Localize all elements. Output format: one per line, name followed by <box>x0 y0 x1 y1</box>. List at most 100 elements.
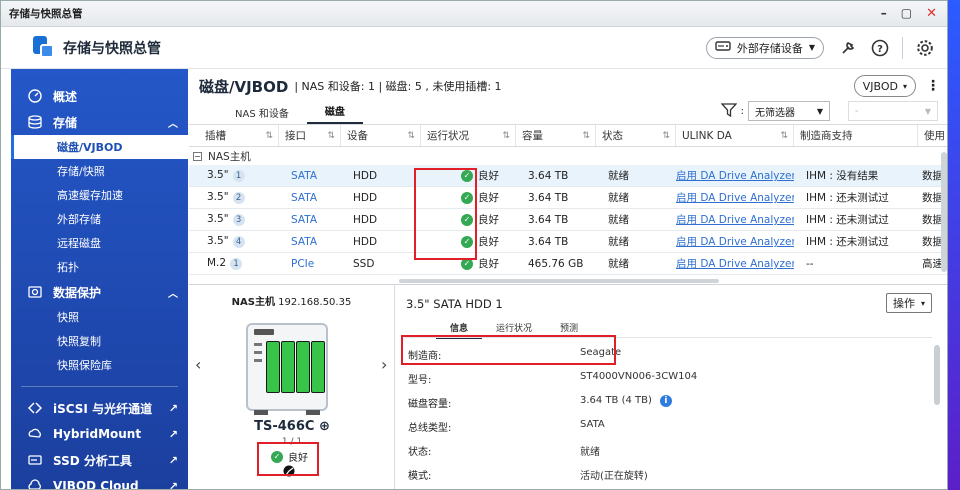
nas-ip: 192.168.50.35 <box>278 297 352 308</box>
cell-slot: M.2 1 <box>189 257 279 270</box>
external-storage-label: 外部存储设备 <box>736 41 803 55</box>
column-header-device[interactable]: 设备 ⇅ <box>341 125 421 146</box>
device-foot <box>306 410 320 415</box>
sidebar-item-cache-acceleration[interactable]: 高速缓存加速 <box>11 183 188 207</box>
sidebar-item-topology[interactable]: 拓扑 <box>11 255 188 279</box>
sidebar-link-vjbod-cloud[interactable]: VJBOD Cloud ↗ <box>11 473 188 490</box>
sidebar-group-label: 存储 <box>53 115 78 130</box>
external-storage-button[interactable]: 外部存储设备 ▼ <box>705 36 824 59</box>
enable-da-link[interactable]: 启用 DA Drive Analyzer <box>676 212 794 227</box>
drive-bay[interactable] <box>281 341 295 393</box>
table-vertical-scrollbar[interactable] <box>941 152 947 272</box>
enable-da-link[interactable]: 启用 DA Drive Analyzer <box>676 190 794 205</box>
chevron-up-icon[interactable]: ︿ <box>168 115 178 130</box>
sidebar-group-label: 概述 <box>53 89 78 104</box>
field-value-bus-type: SATA <box>580 419 605 430</box>
storage-icon <box>27 114 43 130</box>
cell-interface: SATA <box>291 191 318 204</box>
window-title: 存储与快照总管 <box>9 8 83 20</box>
table-row[interactable]: 3.5" 3 SATA HDD ✓ 良好 3.64 TB 就绪 启用 DA Driv… <box>189 209 947 231</box>
svg-text:?: ? <box>877 44 883 55</box>
capacity-text: 3.64 TB (4 TB) <box>580 395 652 406</box>
collapse-icon[interactable]: − <box>193 151 202 161</box>
nas-panel: NAS主机 192.168.50.35 ‹ › TS-466C ⊕ 1 / 1 <box>189 285 395 489</box>
sidebar-item-snapshot-vault[interactable]: 快照保险库 <box>11 353 188 377</box>
field-label-model: 型号: <box>408 375 432 386</box>
close-button[interactable]: ✕ <box>926 6 937 21</box>
table-horizontal-scrollbar[interactable] <box>399 279 719 283</box>
sidebar-link-hybridmount[interactable]: HybridMount ↗ <box>11 421 188 447</box>
column-header-ulink-da[interactable]: ULINK DA ⇅ <box>676 125 794 146</box>
field-value-mode: 活动(正在旋转) <box>580 471 648 482</box>
enable-da-link[interactable]: 启用 DA Drive Analyzer <box>676 168 794 183</box>
cell-capacity: 465.76 GB <box>528 257 584 270</box>
sidebar-group-storage[interactable]: 存储 ︿ <box>11 109 188 135</box>
help-icon[interactable]: ? <box>870 38 890 58</box>
actions-button[interactable]: 操作 ▾ <box>885 293 932 313</box>
sidebar-item-storage-snapshots[interactable]: 存储/快照 <box>11 159 188 183</box>
sidebar-item-snapshots[interactable]: 快照 <box>11 305 188 329</box>
caret-down-icon: ▾ <box>902 81 907 91</box>
sidebar-item-external-storage[interactable]: 外部存储 <box>11 207 188 231</box>
slot-number-badge: 3 <box>232 214 245 226</box>
sidebar-item-snapshot-replica[interactable]: 快照复制 <box>11 329 188 353</box>
zoom-in-icon[interactable]: ⊕ <box>319 419 330 434</box>
column-header-capacity[interactable]: 容量 ⇅ <box>516 125 596 146</box>
secondary-filter-value: - <box>855 105 859 117</box>
cell-interface: SATA <box>291 169 318 182</box>
vjbod-dropdown[interactable]: VJBOD ▾ <box>853 75 916 97</box>
drive-bay[interactable] <box>311 341 325 393</box>
table-row[interactable]: 3.5" 2 SATA HDD ✓ 良好 3.64 TB 就绪 启用 DA Driv… <box>189 187 947 209</box>
table-row[interactable]: 3.5" 1 SATA HDD ✓ 良好 3.64 TB 就绪 启用 DA Driv… <box>189 165 947 187</box>
maximize-button[interactable]: ▢ <box>901 6 912 21</box>
vjbod-dropdown-label: VJBOD <box>862 79 898 93</box>
sidebar-group-overview[interactable]: 概述 <box>11 83 188 109</box>
tab-nas-devices[interactable]: NAS 和设备 <box>217 105 307 124</box>
tab-disks[interactable]: 磁盘 <box>306 103 363 124</box>
wrench-icon[interactable] <box>838 38 858 58</box>
minimize-button[interactable]: – <box>881 6 887 21</box>
sort-icon: ⇅ <box>502 130 510 141</box>
sidebar-link-iscsi[interactable]: iSCSI 与光纤通道 ↗ <box>11 395 188 421</box>
cell-device: SSD <box>353 257 375 270</box>
sidebar-item-remote-disk[interactable]: 远程磁盘 <box>11 231 188 255</box>
vendor-highlight-box <box>401 335 616 365</box>
cell-slot: 3.5" 4 <box>189 235 279 248</box>
column-header-slot[interactable]: 插槽 ⇅ <box>189 125 279 146</box>
desktop-background <box>948 0 960 490</box>
sidebar-item-disks-vjbod[interactable]: 磁盘/VJBOD <box>11 135 188 159</box>
enable-da-link[interactable]: 启用 DA Drive Analyzer <box>676 256 794 271</box>
chevron-up-icon[interactable]: ︿ <box>168 285 178 300</box>
sidebar-group-data-protection[interactable]: 数据保护 ︿ <box>11 279 188 305</box>
more-options-icon[interactable]: ⋮ <box>926 78 940 94</box>
detail-scrollbar[interactable] <box>934 345 940 405</box>
caret-down-icon: ▼ <box>924 106 931 116</box>
enable-da-link[interactable]: 启用 DA Drive Analyzer <box>676 234 794 249</box>
column-header-usage[interactable]: 使用 <box>918 125 947 146</box>
drive-bay[interactable] <box>266 341 280 393</box>
column-header-interface[interactable]: 接口 ⇅ <box>279 125 341 146</box>
secondary-filter-select[interactable]: - ▼ <box>848 101 938 121</box>
sidebar-group-label: 数据保护 <box>53 285 102 300</box>
settings-gear-icon[interactable] <box>915 38 935 58</box>
table-row[interactable]: M.2 1 PCIe SSD ✓ 良好 465.76 GB 就绪 启用 DA Dri… <box>189 253 947 275</box>
drive-bay[interactable] <box>296 341 310 393</box>
table-row[interactable]: 3.5" 4 SATA HDD ✓ 良好 3.64 TB 就绪 启用 DA Driv… <box>189 231 947 253</box>
info-icon[interactable]: i <box>659 395 672 407</box>
column-header-vendor-support[interactable]: 制造商支持 <box>794 125 918 146</box>
cell-device: HDD <box>353 191 378 204</box>
group-row-nas-host[interactable]: − NAS主机 <box>189 147 947 165</box>
sidebar-link-ssd-profiling[interactable]: SSD 分析工具 ↗ <box>11 447 188 473</box>
slot-label: 3.5" <box>207 169 229 181</box>
sidebar-link-label: VJBOD Cloud <box>53 479 139 490</box>
column-header-health[interactable]: 运行状况 ⇅ <box>421 125 516 146</box>
filter-icon[interactable] <box>720 102 738 120</box>
column-header-label: 运行状况 <box>427 130 469 142</box>
filter-select[interactable]: 无筛选器 ▼ <box>748 101 830 121</box>
column-header-status[interactable]: 状态 ⇅ <box>596 125 676 146</box>
cloud-icon <box>27 478 43 489</box>
chevron-left-icon[interactable]: ‹ <box>195 355 201 374</box>
cell-capacity: 3.64 TB <box>528 235 569 248</box>
health-text: 良好 <box>478 192 499 204</box>
chevron-right-icon[interactable]: › <box>381 355 387 374</box>
